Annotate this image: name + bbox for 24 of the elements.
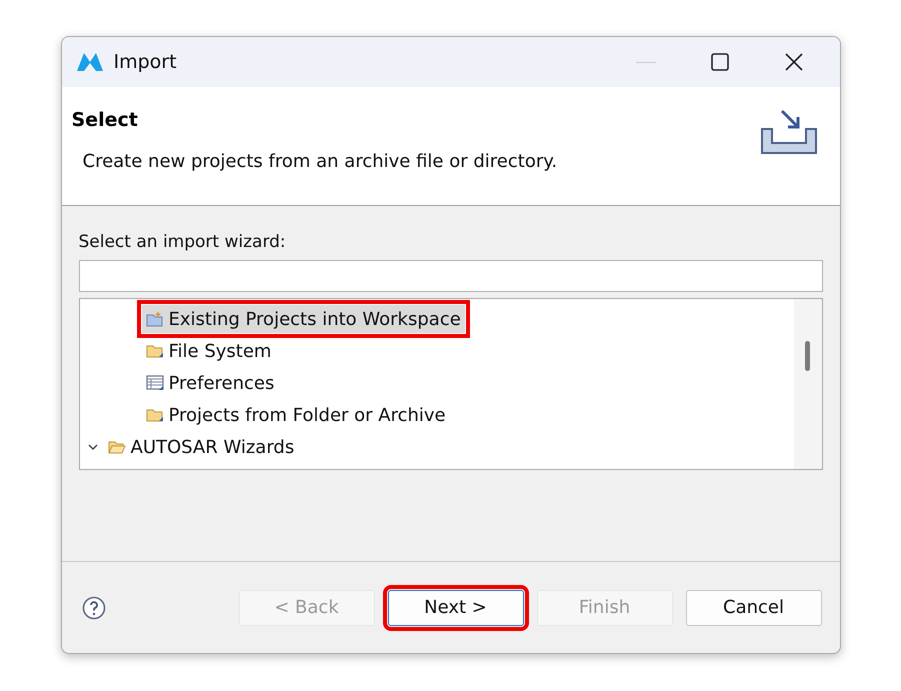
folder-icon [146,311,164,327]
page-title: Select [72,109,139,131]
scrollbar[interactable] [794,299,822,469]
import-tray-icon [760,109,818,155]
filter-label: Select an import wizard: [78,232,287,252]
open-folder-icon [108,439,126,455]
dialog-button[interactable]: Cancel [686,590,822,626]
app-logo-icon [76,51,104,73]
maximize-icon[interactable] [710,53,728,71]
tree-item[interactable]: File System [142,337,276,365]
scrollbar-thumb[interactable] [805,341,810,371]
window-title: Import [114,51,178,73]
table-icon [146,375,164,391]
tree-item[interactable]: Preferences [142,369,278,397]
folder-icon [146,407,164,423]
tree-item[interactable]: Existing Projects into Workspace [142,305,465,333]
tree-item[interactable]: Projects from Folder or Archive [142,401,450,429]
filter-field[interactable] [78,260,822,292]
help-icon[interactable] [82,596,106,620]
page-description: Create new projects from an archive file or directory. [82,151,558,172]
tree-item[interactable]: AUTOSAR Wizards [104,433,298,461]
folder-icon [146,343,164,359]
close-icon[interactable] [784,53,802,71]
chevron-down-icon[interactable] [88,442,98,452]
